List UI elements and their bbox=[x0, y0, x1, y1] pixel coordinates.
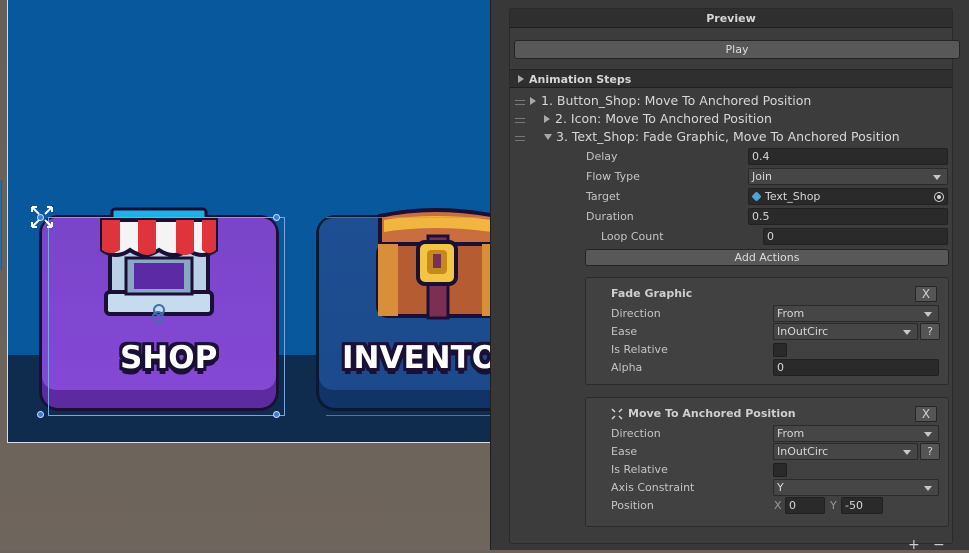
alpha-input[interactable]: 0 bbox=[773, 359, 939, 376]
remove-action-button[interactable]: X bbox=[915, 286, 937, 302]
drag-handle-icon[interactable] bbox=[515, 136, 525, 141]
direction-label: Direction bbox=[611, 427, 661, 440]
fade-graphic-action: Fade Graphic X Direction From Ease InOut… bbox=[585, 277, 949, 385]
delay-input[interactable]: 0.4 bbox=[748, 148, 948, 165]
play-button[interactable]: Play bbox=[514, 40, 960, 59]
duration-label: Duration bbox=[586, 210, 634, 223]
step-3[interactable]: 3. Text_Shop: Fade Graphic, Move To Anch… bbox=[544, 129, 900, 144]
is-relative-label: Is Relative bbox=[611, 463, 668, 476]
remove-step-button[interactable]: − bbox=[933, 537, 945, 553]
animation-editor: Preview Play Animation Steps 1. Button_S… bbox=[509, 8, 960, 544]
alpha-label: Alpha bbox=[611, 361, 643, 374]
direction-dropdown[interactable]: From bbox=[773, 305, 939, 322]
move-anchor-icon bbox=[611, 408, 623, 420]
position-y-input[interactable]: -50 bbox=[841, 497, 883, 514]
axis-constraint-label: Axis Constraint bbox=[611, 481, 695, 494]
direction-label: Direction bbox=[611, 307, 661, 320]
loop-count-input[interactable]: 0 bbox=[763, 228, 948, 245]
position-x-label: X bbox=[774, 499, 782, 512]
is-relative-checkbox[interactable] bbox=[773, 463, 787, 477]
pivot-icon[interactable] bbox=[151, 310, 165, 324]
target-object-field[interactable]: Text_Shop bbox=[748, 188, 948, 205]
axis-constraint-dropdown[interactable]: Y bbox=[773, 479, 939, 496]
target-label: Target bbox=[586, 190, 621, 203]
collapsed-arrow-icon bbox=[530, 97, 536, 105]
drag-handle-icon[interactable] bbox=[515, 118, 525, 123]
expanded-arrow-icon bbox=[544, 134, 552, 140]
fade-graphic-title: Fade Graphic bbox=[611, 287, 693, 300]
inspector-panel: Preview Play Animation Steps 1. Button_S… bbox=[490, 0, 969, 553]
resize-handle-bottom-left[interactable] bbox=[37, 411, 44, 418]
preview-header: Preview bbox=[510, 9, 952, 28]
delay-label: Delay bbox=[586, 150, 618, 163]
step-3-label: 3. Text_Shop: Fade Graphic, Move To Anch… bbox=[556, 129, 900, 144]
duration-input[interactable]: 0.5 bbox=[748, 208, 948, 225]
object-picker-icon[interactable] bbox=[934, 192, 944, 202]
flow-type-label: Flow Type bbox=[586, 170, 640, 183]
sky-glow bbox=[0, 180, 2, 270]
collapsed-arrow-icon bbox=[544, 115, 550, 123]
flow-type-dropdown[interactable]: Join bbox=[748, 168, 948, 185]
direction-dropdown[interactable]: From bbox=[773, 425, 939, 442]
position-y-label: Y bbox=[830, 499, 837, 512]
animation-steps-label: Animation Steps bbox=[529, 73, 632, 86]
is-relative-checkbox[interactable] bbox=[773, 343, 787, 357]
add-step-button[interactable]: + bbox=[908, 537, 920, 553]
game-canvas[interactable]: SHOP INVENTO bbox=[7, 0, 490, 443]
ease-label: Ease bbox=[611, 445, 638, 458]
add-actions-button[interactable]: Add Actions bbox=[585, 249, 949, 266]
selection-rect[interactable] bbox=[48, 217, 285, 416]
ease-help-button[interactable]: ? bbox=[920, 443, 940, 460]
resize-handle-bottom-right[interactable] bbox=[273, 411, 280, 418]
position-label: Position bbox=[611, 499, 654, 512]
animation-steps-header[interactable]: Animation Steps bbox=[510, 69, 952, 88]
remove-action-button[interactable]: X bbox=[915, 406, 937, 422]
move-anchored-action: Move To Anchored Position X Direction Fr… bbox=[585, 397, 949, 527]
scene-view[interactable]: SHOP INVENTO bbox=[0, 0, 490, 550]
resize-handle-top-right[interactable] bbox=[273, 214, 280, 221]
move-anchored-title: Move To Anchored Position bbox=[628, 407, 796, 420]
anchor-icon[interactable] bbox=[29, 204, 55, 230]
ease-label: Ease bbox=[611, 325, 638, 338]
ease-dropdown[interactable]: InOutCirc bbox=[773, 443, 918, 460]
position-x-input[interactable]: 0 bbox=[785, 497, 825, 514]
drag-handle-icon[interactable] bbox=[515, 100, 525, 105]
ease-dropdown[interactable]: InOutCirc bbox=[773, 323, 918, 340]
is-relative-label: Is Relative bbox=[611, 343, 668, 356]
step-1-label: 1. Button_Shop: Move To Anchored Positio… bbox=[541, 93, 812, 108]
target-value: Text_Shop bbox=[765, 190, 821, 203]
gameobject-icon bbox=[751, 191, 762, 202]
ease-help-button[interactable]: ? bbox=[920, 323, 940, 340]
expand-arrow-icon bbox=[518, 75, 524, 83]
step-2-label: 2. Icon: Move To Anchored Position bbox=[555, 111, 772, 126]
step-2[interactable]: 2. Icon: Move To Anchored Position bbox=[544, 111, 772, 126]
step-1[interactable]: 1. Button_Shop: Move To Anchored Positio… bbox=[530, 93, 811, 108]
selection-rect-secondary bbox=[326, 217, 490, 416]
loop-count-label: Loop Count bbox=[601, 230, 664, 243]
